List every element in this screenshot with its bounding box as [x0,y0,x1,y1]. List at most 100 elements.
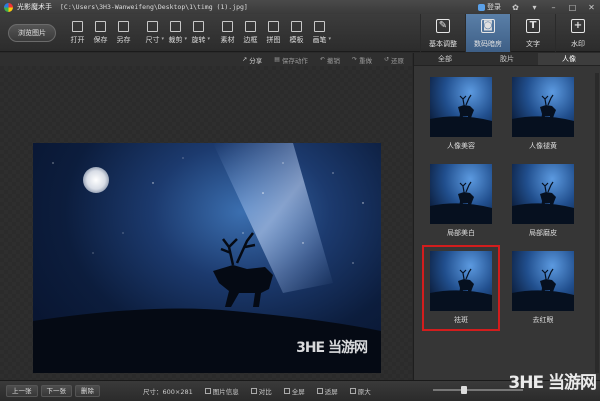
camera-icon: ◙ [481,19,495,33]
action-1[interactable]: ▤ 保存动作 [274,55,308,65]
fullscreen-button[interactable]: 全屏 [283,386,305,396]
menu-icon[interactable]: ▾ [530,3,539,12]
action-icon: ↷ [351,56,357,63]
action-0[interactable]: ↗ 分享 [242,55,262,65]
close-icon[interactable]: ✕ [587,3,596,12]
action-bar: ↗ 分享 ▤ 保存动作 ↶ 撤销 ↷ 重做 ↺ 还原 [0,53,412,66]
open-icon [72,21,83,32]
action-4[interactable]: ↺ 还原 [384,55,404,65]
filter-category-tabs: 全部 胶片 人像 [414,53,600,66]
filter-thumbnail [512,251,574,311]
image-info-label: 图片信息 [212,388,239,396]
login-label: 登录 [487,3,501,11]
tool-collage[interactable]: 拼图 [262,18,285,48]
next-image-button[interactable]: 下一张 [40,385,72,397]
filter-item[interactable]: 局部美白 [426,162,496,240]
action-icon: ▤ [274,56,280,63]
filter-thumbnail [430,251,492,311]
filter-preview-image [430,94,492,137]
tab-label: 水印 [571,40,585,48]
maximize-icon[interactable]: □ [568,3,577,12]
title-bar: 光影魔术手 [C:\Users\3H3-Wanweifeng\Desktop\1… [0,0,600,14]
filter-label: 人像美容 [447,142,475,150]
tool-label: 尺寸 [145,36,160,44]
action-icon: ↺ [383,56,389,63]
login-button[interactable]: 登录 [478,2,501,12]
tab-watermark[interactable]: + 水印 [555,14,600,52]
filter-tab[interactable]: 胶片 [476,53,538,65]
tool-label: 边框 [243,36,258,44]
image-canvas: 3HE 当游网 [0,66,412,380]
compare-button[interactable]: 对比 [250,386,272,396]
tool-material[interactable]: 素材 [216,18,239,48]
tool-label: 素材 [220,36,235,44]
fullscreen-label: 全屏 [291,388,305,396]
action-label: 重做 [358,56,372,65]
save-as-icon [118,21,129,32]
tab-label: 文字 [526,40,540,48]
compare-icon [250,388,257,394]
action-label: 分享 [249,56,263,65]
chevron-down-icon[interactable]: ▾ [328,36,331,42]
tab-edit[interactable]: ✎ 基本调整 [420,14,465,52]
brush-icon [314,21,325,32]
file-path: [C:\Users\3H3-Wanweifeng\Desktop\1\timg … [60,3,248,11]
tool-save-as[interactable]: 另存 [112,18,135,48]
filter-preview-image [430,181,492,224]
tab-label: 数码暗房 [474,40,502,48]
tool-rotate[interactable]: 旋转 ▾ [187,18,210,48]
filter-thumbnail [512,164,574,224]
filter-label: 局部美白 [447,229,475,237]
original-size-icon [349,388,356,394]
filter-tab[interactable]: 人像 [538,53,600,65]
tool-save[interactable]: 保存 [89,18,112,48]
filter-item[interactable]: 局部磨皮 [508,162,578,240]
filter-scrollbar[interactable] [595,73,599,373]
filter-item[interactable]: 人像美容 [426,75,496,153]
filter-item[interactable]: 人像褪黄 [508,75,578,153]
fit-screen-icon [316,388,323,394]
action-icon: ↶ [319,56,325,63]
template-icon [291,21,302,32]
image-info-button[interactable]: 图片信息 [204,386,239,396]
compare-label: 对比 [258,388,272,396]
watermark-icon: + [571,19,585,33]
tool-label: 旋转 [191,36,206,44]
filter-item[interactable]: 去红眼 [508,249,578,327]
rotate-icon [193,21,204,32]
original-size-button[interactable]: 原大 [349,386,371,396]
chevron-down-icon[interactable]: ▾ [207,36,210,42]
zoom-slider-knob[interactable] [461,386,467,394]
tool-crop[interactable]: 裁剪 ▾ [164,18,187,48]
original-size-label: 原大 [357,388,371,396]
filter-label: 去红眼 [532,316,554,324]
action-2[interactable]: ↶ 撤销 [320,55,340,65]
skin-icon[interactable]: ✿ [511,3,520,12]
app-name: 光影魔术手 [17,3,52,11]
filter-label: 人像褪黄 [529,142,557,150]
minimize-icon[interactable]: – [549,3,558,12]
tool-label: 模板 [289,36,304,44]
browse-images-button[interactable]: 浏览图片 [8,24,56,42]
previous-image-button[interactable]: 上一张 [6,385,38,397]
filter-tab[interactable]: 全部 [414,53,476,65]
action-label: 撤销 [326,56,340,65]
filter-thumbnail [512,77,574,137]
tool-resize[interactable]: 尺寸 ▾ [141,18,164,48]
filter-grid: 人像美容 人像褪黄局部美白 局部磨皮 祛斑 去红眼 [422,75,578,331]
tool-frame[interactable]: 边框 [239,18,262,48]
filter-thumbnail [430,164,492,224]
tool-template[interactable]: 模板 [285,18,308,48]
save-icon [95,21,106,32]
status-info: 尺寸：600×281 图片信息 对比 全屏 适屏 原大 [143,386,371,396]
delete-image-button[interactable]: 删除 [75,385,100,397]
tool-open[interactable]: 打开 [66,18,89,48]
tool-brush[interactable]: 画笔 ▾ [308,18,331,48]
filter-item[interactable]: 祛斑 [422,245,500,331]
tab-camera[interactable]: ◙ 数码暗房 [465,14,510,52]
fit-screen-button[interactable]: 适屏 [316,386,338,396]
tab-text[interactable]: T 文字 [510,14,555,52]
action-3[interactable]: ↷ 重做 [352,55,372,65]
action-label: 还原 [391,56,404,65]
tool-label: 裁剪 [168,36,183,44]
